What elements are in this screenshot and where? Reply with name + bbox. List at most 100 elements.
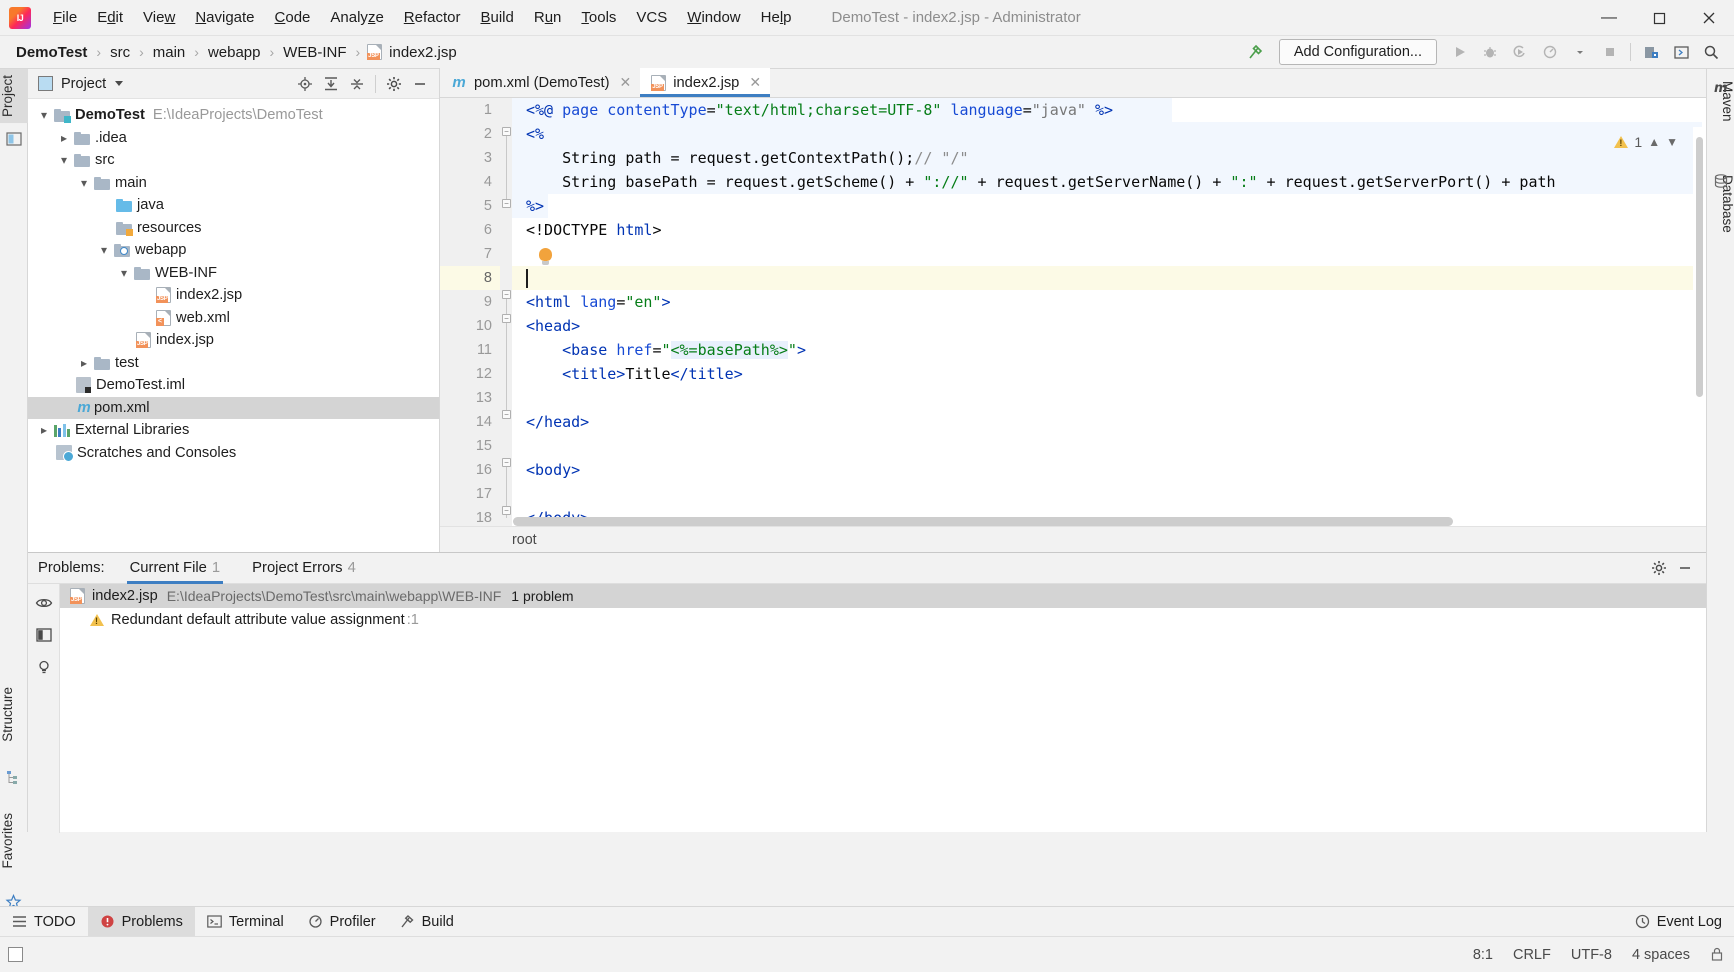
editor-vertical-scrollbar[interactable] xyxy=(1693,127,1706,547)
problems-item-row[interactable]: Redundant default attribute value assign… xyxy=(60,608,1706,632)
menu-view[interactable]: View xyxy=(133,0,185,36)
scrollbar-thumb[interactable] xyxy=(1696,137,1703,397)
add-configuration-button[interactable]: Add Configuration... xyxy=(1278,39,1437,65)
menu-refactor[interactable]: Refactor xyxy=(394,0,471,36)
tree-item-index2-jsp[interactable]: index2.jsp xyxy=(28,284,439,307)
menu-build[interactable]: Build xyxy=(470,0,523,36)
close-icon[interactable]: ✕ xyxy=(749,74,761,91)
tool-window-button-profiler[interactable]: Profiler xyxy=(296,907,388,937)
menu-code[interactable]: Code xyxy=(265,0,321,36)
fold-collapse-icon[interactable]: − xyxy=(502,458,511,467)
chevron-right-icon[interactable] xyxy=(36,423,52,437)
breadcrumb-item-main[interactable]: main xyxy=(151,43,188,62)
tree-item-index-jsp[interactable]: index.jsp xyxy=(28,329,439,352)
settings-panel-icon[interactable] xyxy=(1666,38,1696,66)
hide-panel-icon[interactable] xyxy=(407,72,433,96)
chevron-down-icon[interactable] xyxy=(1565,38,1595,66)
toggle-sidebar-icon[interactable] xyxy=(8,947,23,962)
profiler-icon[interactable] xyxy=(1535,38,1565,66)
inspection-status-widget[interactable]: 1 ▲ ▼ xyxy=(1614,134,1678,150)
tool-window-button-problems[interactable]: Problems xyxy=(87,906,195,937)
line-separator[interactable]: CRLF xyxy=(1513,947,1551,963)
chevron-right-icon[interactable] xyxy=(56,131,72,145)
tab-project-errors[interactable]: Project Errors 4 xyxy=(249,553,359,584)
menu-run[interactable]: Run xyxy=(524,0,572,36)
breadcrumb-item-project[interactable]: DemoTest xyxy=(14,43,89,62)
menu-vcs[interactable]: VCS xyxy=(626,0,677,36)
fold-collapse-icon[interactable]: − xyxy=(502,290,511,299)
preview-eye-icon[interactable] xyxy=(33,592,55,614)
menu-analyze[interactable]: Analyze xyxy=(320,0,393,36)
breadcrumb-item-webapp[interactable]: webapp xyxy=(206,43,263,62)
editor-tab-pom-xml[interactable]: m pom.xml (DemoTest) ✕ xyxy=(440,68,641,97)
sdk-manager-icon[interactable] xyxy=(1636,38,1666,66)
chevron-down-icon[interactable] xyxy=(115,81,124,86)
menu-edit[interactable]: Edit xyxy=(87,0,133,36)
chevron-down-icon[interactable] xyxy=(96,243,112,257)
fold-collapse-icon[interactable]: − xyxy=(502,127,511,136)
fold-collapse-icon[interactable]: − xyxy=(502,410,511,419)
tool-window-button-event-log[interactable]: Event Log xyxy=(1623,907,1734,937)
intention-bulb-icon[interactable] xyxy=(539,248,552,265)
tab-current-file[interactable]: Current File 1 xyxy=(126,553,224,584)
tool-window-button-build[interactable]: Build xyxy=(388,907,466,937)
menu-tools[interactable]: Tools xyxy=(571,0,626,36)
chevron-down-icon[interactable] xyxy=(56,153,72,167)
chevron-up-icon[interactable]: ▲ xyxy=(1648,135,1660,149)
run-with-coverage-icon[interactable] xyxy=(1505,38,1535,66)
fold-collapse-icon[interactable]: − xyxy=(502,506,511,515)
breadcrumb-item-src[interactable]: src xyxy=(108,43,132,62)
code-text-area[interactable]: <%@ page contentType="text/html;charset=… xyxy=(512,98,1706,552)
tool-window-button-favorites[interactable]: Favorites xyxy=(0,807,28,875)
search-everywhere-icon[interactable] xyxy=(1696,38,1726,66)
tree-item-webapp[interactable]: webapp xyxy=(28,239,439,262)
tree-item-test[interactable]: test xyxy=(28,352,439,375)
collapse-all-icon[interactable] xyxy=(344,72,370,96)
editor-tab-index2-jsp[interactable]: index2.jsp ✕ xyxy=(640,68,771,97)
indent-setting[interactable]: 4 spaces xyxy=(1632,947,1690,963)
menu-navigate[interactable]: Navigate xyxy=(185,0,264,36)
editor-horizontal-scrollbar[interactable] xyxy=(513,517,1591,526)
fold-collapse-icon[interactable]: − xyxy=(502,199,511,208)
minimize-button[interactable]: — xyxy=(1584,0,1634,36)
debug-icon[interactable] xyxy=(1475,38,1505,66)
locate-icon[interactable] xyxy=(292,72,318,96)
build-hammer-icon[interactable] xyxy=(1241,38,1271,66)
gear-icon[interactable] xyxy=(1646,556,1672,580)
tool-window-button-terminal[interactable]: Terminal xyxy=(195,907,296,937)
menu-help[interactable]: Help xyxy=(751,0,802,36)
caret-position[interactable]: 8:1 xyxy=(1473,947,1493,963)
open-editor-preview-icon[interactable] xyxy=(33,624,55,646)
hide-panel-icon[interactable] xyxy=(1672,556,1698,580)
tree-item-scratches[interactable]: Scratches and Consoles xyxy=(28,442,439,465)
chevron-down-icon[interactable] xyxy=(36,108,52,122)
close-button[interactable] xyxy=(1684,0,1734,36)
run-icon[interactable] xyxy=(1445,38,1475,66)
menu-window[interactable]: Window xyxy=(677,0,750,36)
tree-item-idea[interactable]: .idea xyxy=(28,127,439,150)
close-icon[interactable]: ✕ xyxy=(619,74,631,91)
chevron-down-icon[interactable]: ▼ xyxy=(1666,135,1678,149)
chevron-down-icon[interactable] xyxy=(116,266,132,280)
maximize-button[interactable] xyxy=(1634,0,1684,36)
tree-item-web-xml[interactable]: web.xml xyxy=(28,307,439,330)
chevron-right-icon[interactable] xyxy=(76,356,92,370)
problems-file-row[interactable]: index2.jsp E:\IdeaProjects\DemoTest\src\… xyxy=(60,584,1706,608)
tool-window-button-project[interactable]: Project xyxy=(0,69,28,124)
breadcrumb-item-file[interactable]: index2.jsp xyxy=(387,43,459,62)
gear-icon[interactable] xyxy=(381,72,407,96)
file-encoding[interactable]: UTF-8 xyxy=(1571,947,1612,963)
tool-window-button-todo[interactable]: TODO xyxy=(0,907,88,937)
breadcrumb-item-webinf[interactable]: WEB-INF xyxy=(281,43,348,62)
expand-all-icon[interactable] xyxy=(318,72,344,96)
chevron-down-icon[interactable] xyxy=(76,176,92,190)
tree-item-external-libraries[interactable]: External Libraries xyxy=(28,419,439,442)
stop-icon[interactable] xyxy=(1595,38,1625,66)
code-editor[interactable]: 1 2 3 4 5 6 7 8 9 10 11 12 13 14 15 16 1… xyxy=(440,98,1706,552)
tree-item-demotest-iml[interactable]: DemoTest.iml xyxy=(28,374,439,397)
quickfix-bulb-icon[interactable] xyxy=(33,656,55,678)
tree-item-java[interactable]: java xyxy=(28,194,439,217)
tool-window-button-structure[interactable]: Structure xyxy=(0,681,28,748)
tree-item-src[interactable]: src xyxy=(28,149,439,172)
tree-item-pom-xml[interactable]: m pom.xml xyxy=(28,396,439,419)
